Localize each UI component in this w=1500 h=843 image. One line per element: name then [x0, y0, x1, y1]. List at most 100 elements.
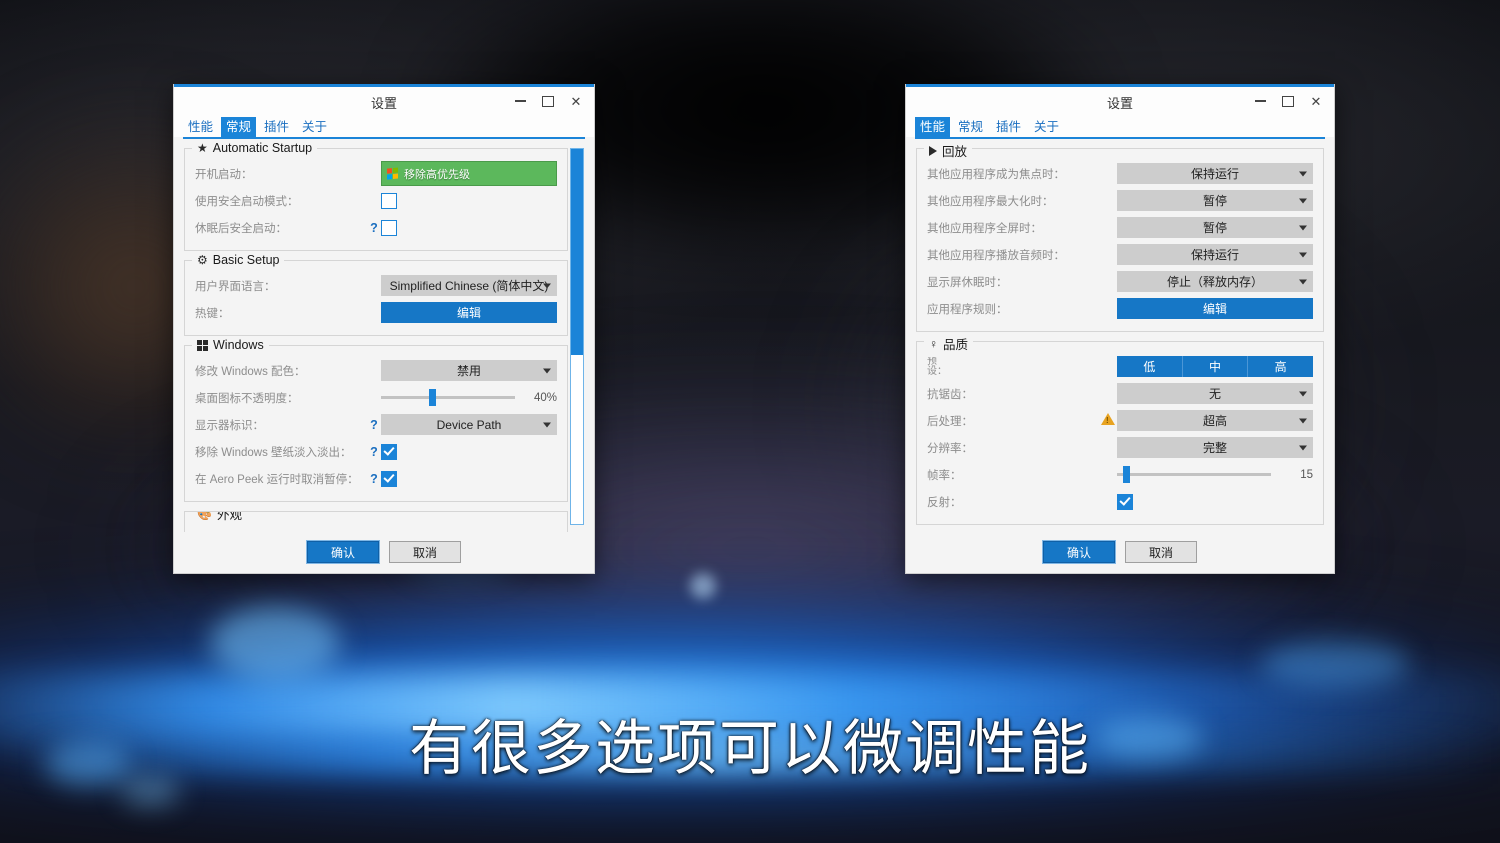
remove-high-priority-button[interactable]: 移除高优先级 [381, 161, 557, 186]
setting-row-safe-start-mode: 使用安全启动模式： [195, 189, 557, 212]
preset-low-button[interactable]: 低 [1117, 356, 1183, 377]
setting-control: 编辑 [1117, 298, 1313, 319]
safe-start-after-hibernate-checkbox[interactable] [381, 219, 397, 236]
safe-start-mode-checkbox[interactable] [381, 192, 397, 209]
desktop-icon-opacity-slider[interactable] [381, 387, 515, 408]
slider-track [1117, 473, 1271, 476]
help-icon[interactable]: ? [367, 445, 381, 459]
tab-about[interactable]: 关于 [1029, 117, 1064, 137]
aero-peek-unpause-checkbox[interactable] [381, 470, 397, 487]
reflection-checkbox[interactable] [1117, 493, 1133, 510]
windows-shield-icon [387, 166, 399, 180]
select-value: 超高 [1202, 414, 1227, 428]
help-icon[interactable]: ? [367, 418, 381, 432]
help-icon[interactable]: ? [367, 221, 381, 235]
other-app-fullscreen-select[interactable]: 暂停 [1117, 217, 1313, 238]
background-light-orb [210, 606, 340, 679]
other-app-maximized-select[interactable]: 暂停 [1117, 190, 1313, 211]
title-bar[interactable]: 设置 ✕ [174, 87, 594, 115]
setting-row-ui-language: 用户界面语言： Simplified Chinese (简体中文) [195, 274, 557, 297]
tab-general[interactable]: 常规 [221, 117, 257, 137]
slider-value: 15 [1300, 468, 1313, 481]
ok-button[interactable]: 确认 [306, 540, 380, 564]
setting-row-antialiasing: 抗锯齿： 无 [927, 382, 1313, 405]
background-light-orb [1260, 640, 1410, 687]
close-icon: ✕ [570, 93, 582, 109]
title-bar[interactable]: 设置 ✕ [906, 87, 1334, 115]
scrollbar-thumb[interactable] [571, 149, 583, 356]
setting-label: 用户界面语言： [195, 280, 276, 293]
setting-row-display-sleep: 显示屏休眠时： 停止（释放内存） [927, 270, 1313, 293]
group-body: 预 设： 低 中 高 抗锯齿： 无 后处理： ! 超高 分辨率： 完整 帧率： … [927, 342, 1314, 513]
ui-language-select[interactable]: Simplified Chinese (简体中文) [381, 275, 557, 296]
video-subtitle: 有很多选项可以微调性能 [409, 714, 1091, 784]
ok-button[interactable]: 确认 [1042, 540, 1116, 564]
slider-thumb[interactable] [1123, 466, 1131, 483]
group-header: ♀ 品质 [924, 334, 974, 353]
remove-wallpaper-fade-checkbox[interactable] [381, 443, 397, 460]
slider-thumb[interactable] [429, 389, 437, 406]
setting-control: 禁用 [381, 360, 557, 381]
maximize-button[interactable] [534, 90, 562, 112]
post-processing-select[interactable]: 超高 [1117, 410, 1313, 431]
display-sleep-select[interactable]: 停止（释放内存） [1117, 271, 1313, 292]
settings-area: 回放 其他应用程序成为焦点时： 保持运行 其他应用程序最大化时： 暂停 其他应用… [906, 139, 1334, 532]
windows-color-select[interactable]: 禁用 [381, 360, 557, 381]
tab-general[interactable]: 常规 [953, 117, 988, 137]
setting-label: 预 设： [927, 356, 947, 377]
window-controls: ✕ [506, 87, 590, 115]
resolution-select[interactable]: 完整 [1117, 437, 1313, 458]
tab-bar: 性能 常规 插件 关于 [906, 115, 1334, 137]
preset-medium-button[interactable]: 中 [1182, 356, 1249, 377]
setting-row-safe-start-after-hibernate: 休眠后安全启动： ? [195, 216, 557, 239]
help-icon[interactable]: ? [367, 472, 381, 486]
group-header: ⚙ Basic Setup [192, 253, 285, 267]
tab-performance[interactable]: 性能 [183, 117, 218, 137]
setting-control: 超高 [1117, 410, 1313, 431]
framerate-slider[interactable] [1117, 464, 1271, 485]
chevron-down-icon [543, 368, 551, 373]
chevron-down-icon [543, 422, 551, 427]
setting-label: 其他应用程序成为焦点时： [927, 168, 1065, 181]
setting-label: 后处理： [927, 415, 973, 428]
edit-app-rules-button[interactable]: 编辑 [1117, 298, 1313, 319]
vertical-scrollbar[interactable] [570, 148, 584, 525]
monitor-identification-select[interactable]: Device Path [381, 414, 557, 435]
other-app-focus-select[interactable]: 保持运行 [1117, 163, 1313, 184]
warning-icon [1101, 413, 1115, 425]
maximize-button[interactable] [1274, 90, 1302, 112]
minimize-button[interactable] [506, 90, 534, 112]
settings-window-performance: 设置 ✕ 性能 常规 插件 关于 回放 其他应用程序成为焦点时： 保持运行 其他… [905, 84, 1335, 574]
setting-row-other-app-focus: 其他应用程序成为焦点时： 保持运行 [927, 162, 1313, 185]
setting-control [381, 470, 557, 487]
slider-track [381, 396, 515, 399]
other-app-audio-select[interactable]: 保持运行 [1117, 244, 1313, 265]
gear-icon: ⚙ [197, 253, 208, 267]
setting-control: 无 [1117, 383, 1313, 404]
tab-about[interactable]: 关于 [297, 117, 332, 137]
group-title: Basic Setup [212, 253, 280, 267]
setting-row-reflection: 反射： [927, 490, 1313, 513]
edit-hotkeys-button[interactable]: 编辑 [381, 302, 557, 323]
minimize-button[interactable] [1246, 90, 1274, 112]
tab-plugins[interactable]: 插件 [991, 117, 1026, 137]
cancel-button[interactable]: 取消 [1125, 541, 1197, 563]
preset-high-button[interactable]: 高 [1248, 356, 1314, 377]
close-button[interactable]: ✕ [1302, 90, 1330, 112]
antialiasing-select[interactable]: 无 [1117, 383, 1313, 404]
close-button[interactable]: ✕ [562, 90, 590, 112]
tab-performance[interactable]: 性能 [915, 117, 951, 137]
setting-label: 使用安全启动模式： [195, 195, 299, 208]
button-label: 移除高优先级 [404, 168, 470, 181]
setting-control [381, 219, 557, 236]
cancel-button[interactable]: 取消 [389, 541, 461, 563]
chevron-down-icon [1299, 252, 1307, 257]
setting-row-desktop-icon-opacity: 桌面图标不透明度： 40% [195, 386, 557, 409]
tab-plugins[interactable]: 插件 [259, 117, 294, 137]
select-value: 停止（释放内存） [1166, 275, 1263, 289]
setting-label: 移除 Windows 壁纸淡入淡出： [195, 446, 352, 459]
group-body: 用户界面语言： Simplified Chinese (简体中文) 热键： 编辑 [195, 261, 557, 324]
chevron-down-icon [1299, 225, 1307, 230]
chevron-down-icon [1299, 391, 1307, 396]
settings-scroll-area: ★ Automatic Startup 开机启动： 移除高优先级 使用安全启动模… [174, 139, 594, 532]
